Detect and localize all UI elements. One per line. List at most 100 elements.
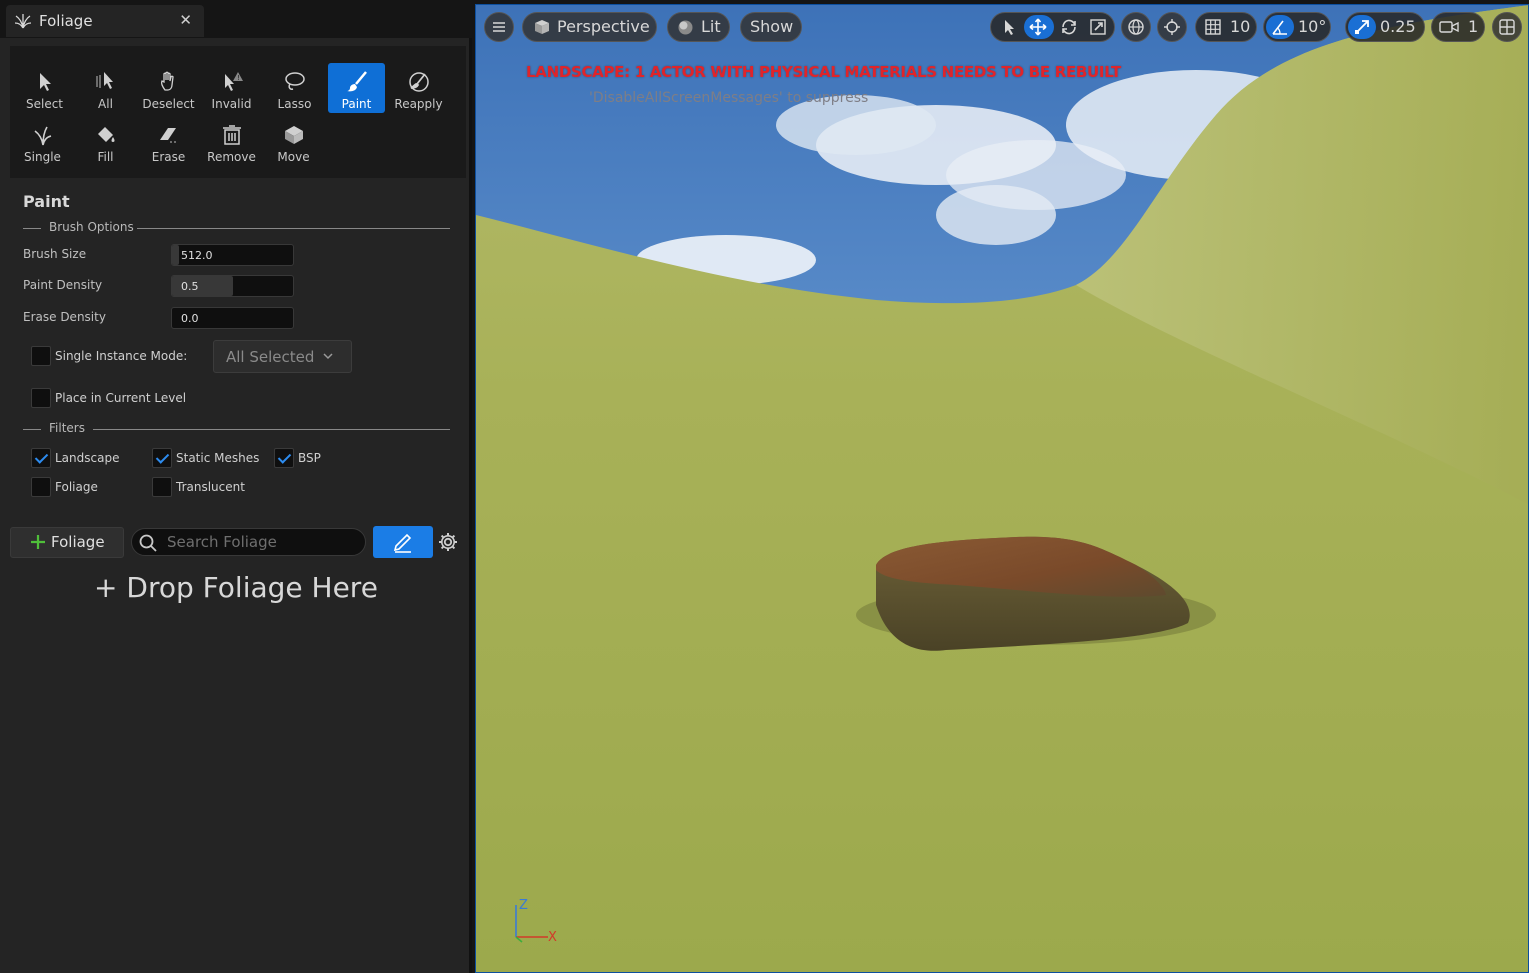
grid-icon — [1205, 19, 1221, 35]
perspective-label: Perspective — [557, 17, 650, 36]
scale-arrow-icon — [1355, 20, 1369, 34]
chevron-down-icon — [323, 353, 333, 360]
tool-single[interactable]: Single — [14, 116, 71, 166]
close-icon[interactable]: ✕ — [179, 11, 192, 29]
tool-fill[interactable]: Fill — [77, 116, 134, 166]
translate-mode-button[interactable] — [1024, 15, 1054, 39]
place-in-level-checkbox[interactable] — [31, 388, 51, 408]
lit-label: Lit — [701, 17, 721, 36]
search-foliage — [131, 528, 366, 556]
field-value: 0.0 — [181, 312, 199, 325]
section-label: Filters — [49, 421, 85, 435]
scene-render — [476, 5, 1528, 972]
foliage-icon — [14, 14, 32, 29]
axis-x-label: X — [548, 930, 557, 945]
tool-all[interactable]: All — [77, 63, 134, 113]
tool-label: Paint — [341, 97, 372, 111]
tool-label: Move — [277, 150, 310, 164]
show-label: Show — [750, 17, 794, 36]
level-viewport[interactable]: Perspective Lit Show 10 10° 0.25 1 LANDS… — [475, 4, 1529, 973]
axis-z-label: Z — [519, 898, 528, 913]
filter-foliage-label: Foliage — [55, 480, 98, 494]
foliage-tab[interactable]: Foliage ✕ — [6, 5, 204, 37]
hand-icon — [160, 71, 174, 91]
camera-icon — [1439, 21, 1459, 33]
filter-translucent-checkbox[interactable] — [152, 477, 172, 497]
paint-density-field[interactable]: 0.5 — [171, 275, 294, 297]
divider — [137, 228, 450, 229]
scale-snap-group[interactable]: 0.25 — [1345, 12, 1425, 42]
filter-bsp-label: BSP — [298, 451, 321, 465]
tool-select[interactable]: Select — [16, 63, 73, 113]
select-all-icon — [96, 72, 113, 89]
tool-grid: Select All Deselect ! Invalid Lasso Pain… — [10, 46, 466, 178]
paint-heading: Paint — [23, 192, 70, 211]
tool-lasso[interactable]: Lasso — [266, 63, 323, 113]
brush-options-header[interactable]: Brush Options — [23, 220, 450, 236]
grid-snap-group[interactable]: 10 — [1195, 12, 1257, 42]
rotate-icon — [1062, 19, 1076, 35]
add-foliage-button[interactable]: Foliage — [10, 527, 124, 558]
button-label: Foliage — [51, 533, 105, 551]
lasso-icon — [285, 72, 305, 90]
plus-icon — [31, 535, 45, 549]
tab-bar: Foliage ✕ — [0, 0, 472, 38]
filter-static-meshes-label: Static Meshes — [176, 451, 260, 465]
filter-bsp-checkbox[interactable] — [274, 448, 294, 468]
viewport-layout-button[interactable] — [1492, 12, 1522, 42]
suppress-hint: 'DisableAllScreenMessages' to suppress — [589, 90, 869, 106]
surface-snap-icon — [1164, 19, 1180, 35]
single-instance-checkbox[interactable] — [31, 346, 51, 366]
gear-icon[interactable] — [437, 531, 459, 553]
search-input[interactable] — [167, 532, 357, 552]
filter-landscape-checkbox[interactable] — [31, 448, 51, 468]
scale-icon — [1090, 19, 1106, 35]
tool-move[interactable]: Move — [265, 116, 322, 166]
rotate-mode-button[interactable] — [1055, 15, 1083, 39]
tool-label: Deselect — [142, 97, 195, 111]
layout-grid-icon — [1499, 19, 1515, 35]
filter-landscape-label: Landscape — [55, 451, 120, 465]
erase-density-field[interactable]: 0.0 — [171, 307, 294, 329]
move-arrows-icon — [1029, 18, 1047, 36]
tool-invalid[interactable]: ! Invalid — [203, 63, 260, 113]
show-button[interactable]: Show — [740, 12, 802, 42]
hamburger-menu-icon — [493, 22, 505, 32]
tool-erase[interactable]: Erase — [140, 116, 197, 166]
tool-label: Remove — [207, 150, 256, 164]
filter-static-meshes-checkbox[interactable] — [152, 448, 172, 468]
tab-title: Foliage — [39, 12, 93, 30]
rotation-snap-group[interactable]: 10° — [1263, 12, 1331, 42]
single-instance-dropdown[interactable]: All Selected — [213, 340, 352, 373]
tool-label: Reapply — [394, 97, 443, 111]
cube-icon — [535, 20, 549, 34]
rotation-snap-toggle[interactable] — [1266, 15, 1294, 39]
tool-label: Select — [25, 97, 64, 111]
tool-deselect[interactable]: Deselect — [140, 63, 197, 113]
lit-mode-button[interactable]: Lit — [667, 12, 730, 42]
perspective-button[interactable]: Perspective — [522, 12, 657, 42]
paint-edit-toggle-button[interactable] — [373, 526, 433, 558]
trash-icon — [223, 125, 241, 145]
scale-snap-toggle[interactable] — [1348, 15, 1376, 39]
brush-size-field[interactable]: 512.0 — [171, 244, 294, 266]
rotation-snap-value: 10° — [1298, 17, 1327, 36]
tool-paint[interactable]: Paint — [328, 63, 385, 113]
globe-icon — [1128, 19, 1144, 35]
filter-foliage-checkbox[interactable] — [31, 477, 51, 497]
tool-reapply[interactable]: Reapply — [390, 63, 447, 113]
filters-header[interactable]: Filters — [23, 421, 450, 437]
tool-label: All — [98, 97, 113, 111]
scale-mode-button[interactable] — [1084, 15, 1112, 39]
divider — [23, 228, 41, 229]
select-mode-button[interactable] — [995, 15, 1023, 39]
world-space-button[interactable] — [1121, 12, 1151, 42]
tool-label: Lasso — [277, 97, 312, 111]
camera-speed-group[interactable]: 1 — [1431, 12, 1485, 42]
tool-remove[interactable]: Remove — [203, 116, 260, 166]
dropdown-value: All Selected — [226, 348, 315, 366]
viewport-menu-button[interactable] — [484, 12, 514, 42]
tool-label: Fill — [97, 150, 114, 164]
surface-snap-button[interactable] — [1157, 12, 1187, 42]
field-value: 0.5 — [181, 280, 199, 293]
